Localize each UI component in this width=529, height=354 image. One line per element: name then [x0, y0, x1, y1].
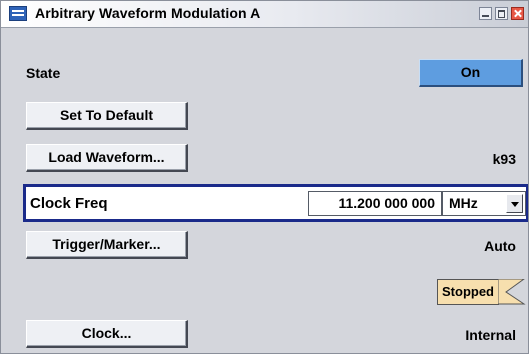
trigger-marker-button[interactable]: Trigger/Marker...	[26, 231, 188, 259]
status-arrow-icon	[498, 279, 526, 305]
clock-source-value: Internal	[465, 327, 516, 343]
maximize-icon[interactable]	[495, 7, 508, 20]
state-label: State	[26, 65, 61, 81]
trigger-status-badge: Stopped	[437, 279, 526, 305]
chevron-down-icon[interactable]	[506, 194, 523, 213]
load-waveform-button[interactable]: Load Waveform...	[26, 144, 188, 172]
close-icon[interactable]	[511, 7, 524, 20]
clock-freq-label: Clock Freq	[30, 195, 108, 212]
clock-freq-row: Clock Freq 11.200 000 000 MHz	[23, 184, 528, 222]
clock-button[interactable]: Clock...	[26, 320, 188, 348]
title-bar[interactable]: Arbitrary Waveform Modulation A	[1, 1, 528, 28]
set-to-default-button[interactable]: Set To Default	[26, 102, 188, 130]
stopped-status-text: Stopped	[437, 279, 499, 305]
clock-freq-input[interactable]: 11.200 000 000	[308, 191, 442, 216]
app-window-icon	[9, 6, 27, 21]
unit-value: MHz	[449, 195, 478, 211]
trigger-mode-value: Auto	[484, 238, 516, 254]
state-toggle-button[interactable]: On	[419, 59, 523, 87]
modulation-window: Arbitrary Waveform Modulation A State On…	[0, 0, 529, 354]
window-title: Arbitrary Waveform Modulation A	[35, 5, 261, 21]
waveform-name-value: k93	[492, 151, 516, 167]
clock-freq-unit-select[interactable]: MHz	[442, 191, 526, 216]
minimize-icon[interactable]	[479, 7, 492, 20]
